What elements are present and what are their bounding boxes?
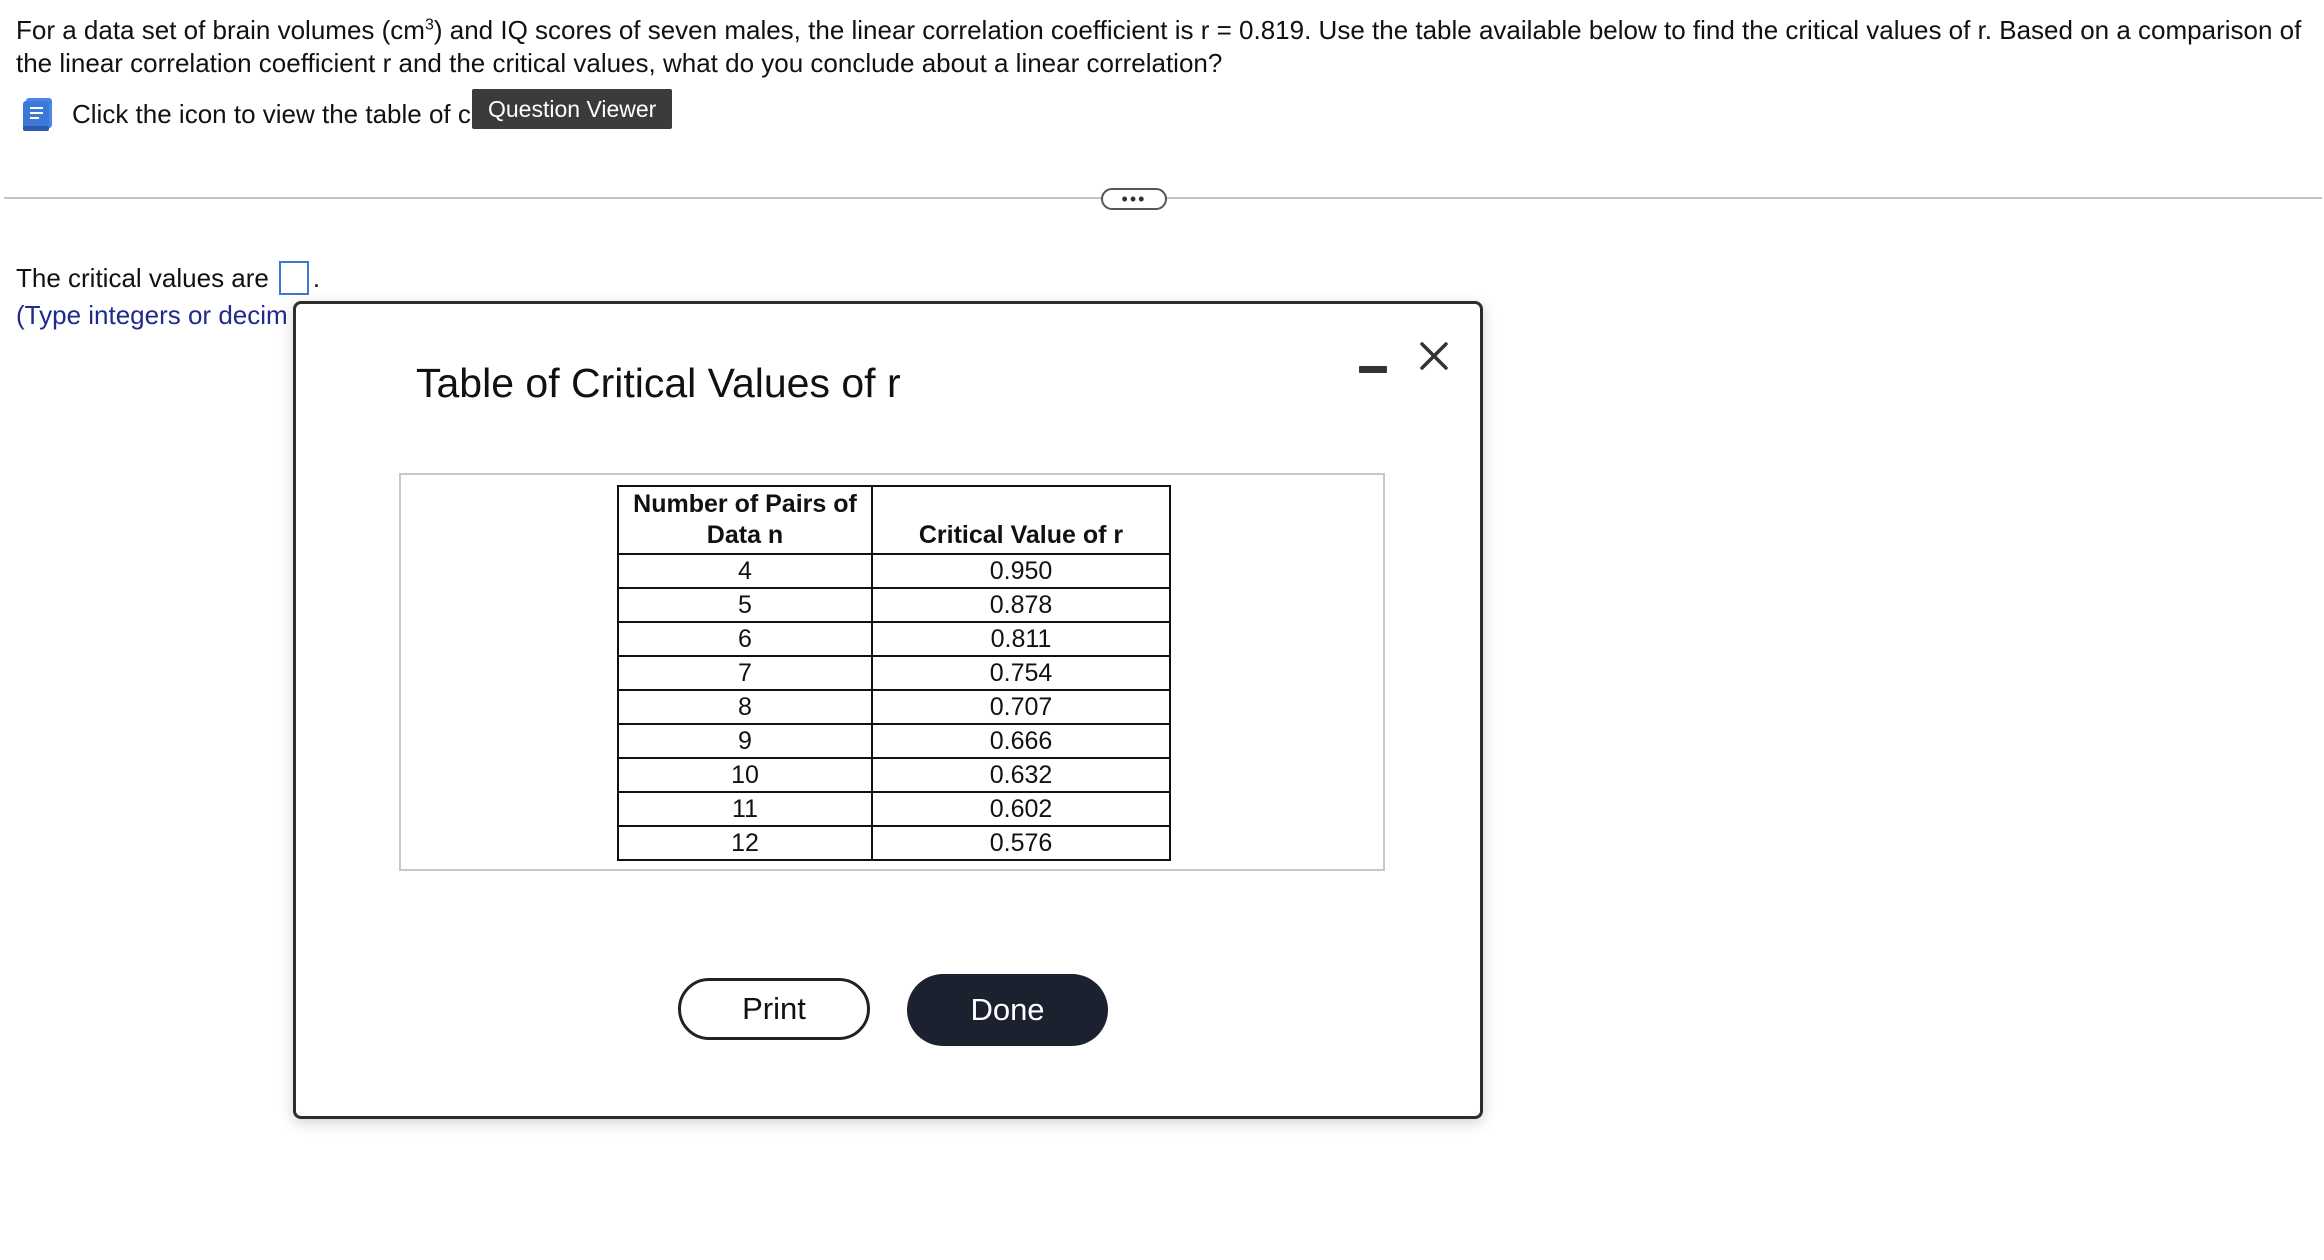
answer-row: The critical values are . xyxy=(16,261,320,295)
expand-more-button[interactable]: ••• xyxy=(1101,188,1167,210)
critical-values-dialog: Table of Critical Values of r Number of … xyxy=(293,301,1483,1119)
table-row: 9 0.666 xyxy=(617,723,1171,759)
cell-critical-value: 0.707 xyxy=(871,689,1171,725)
cell-critical-value: 0.811 xyxy=(871,621,1171,657)
cell-pairs-n: 11 xyxy=(617,791,873,827)
dialog-title: Table of Critical Values of r xyxy=(416,360,901,406)
book-icon[interactable] xyxy=(18,94,58,134)
question-superscript: 3 xyxy=(424,16,434,34)
table-row: 12 0.576 xyxy=(617,825,1171,861)
cell-critical-value: 0.632 xyxy=(871,757,1171,793)
cell-critical-value: 0.602 xyxy=(871,791,1171,827)
cell-pairs-n: 6 xyxy=(617,621,873,657)
print-button[interactable]: Print xyxy=(678,978,870,1040)
cell-critical-value: 0.576 xyxy=(871,825,1171,861)
cell-critical-value: 0.878 xyxy=(871,587,1171,623)
table-row: 4 0.950 xyxy=(617,553,1171,589)
minimize-icon xyxy=(1359,365,1387,373)
table-row: 5 0.878 xyxy=(617,587,1171,623)
question-part-1: For a data set of brain volumes (cm xyxy=(16,15,425,45)
cell-pairs-n: 7 xyxy=(617,655,873,691)
table-row: 10 0.632 xyxy=(617,757,1171,793)
done-button[interactable]: Done xyxy=(907,974,1108,1046)
header-critical-value: Critical Value of r xyxy=(871,485,1171,555)
cell-pairs-n: 9 xyxy=(617,723,873,759)
question-viewer-tooltip: Question Viewer xyxy=(472,89,673,129)
critical-values-input[interactable] xyxy=(278,261,309,295)
cell-pairs-n: 8 xyxy=(617,689,873,725)
answer-label: The critical values are xyxy=(16,262,269,293)
answer-period: . xyxy=(312,262,321,293)
table-hint-text: Click the icon to view the table of c xyxy=(72,98,471,129)
close-icon xyxy=(1420,342,1448,370)
table-row: 8 0.707 xyxy=(617,689,1171,725)
question-text: For a data set of brain volumes (cm3) an… xyxy=(16,14,2306,80)
cell-pairs-n: 4 xyxy=(617,553,873,589)
header-number-of-pairs: Number of Pairs of Data n xyxy=(617,485,873,555)
table-row: 6 0.811 xyxy=(617,621,1171,657)
critical-values-table: Number of Pairs of Data n Critical Value… xyxy=(617,485,1171,861)
cell-pairs-n: 12 xyxy=(617,825,873,861)
cell-critical-value: 0.754 xyxy=(871,655,1171,691)
cell-critical-value: 0.666 xyxy=(871,723,1171,759)
answer-instruction: (Type integers or decim xyxy=(16,300,288,330)
close-button[interactable] xyxy=(1414,336,1454,376)
table-row: 7 0.754 xyxy=(617,655,1171,691)
table-frame: Number of Pairs of Data n Critical Value… xyxy=(399,473,1385,871)
table-body: 4 0.950 5 0.878 6 0.811 7 0.754 8 0.707 9 0.666 10 0.… xyxy=(617,553,1171,861)
cell-pairs-n: 5 xyxy=(617,587,873,623)
cell-critical-value: 0.950 xyxy=(871,553,1171,589)
minimize-button[interactable] xyxy=(1356,354,1390,384)
table-row: 11 0.602 xyxy=(617,791,1171,827)
cell-pairs-n: 10 xyxy=(617,757,873,793)
table-hint-row: Click the icon to view the table of c xyxy=(18,94,471,134)
